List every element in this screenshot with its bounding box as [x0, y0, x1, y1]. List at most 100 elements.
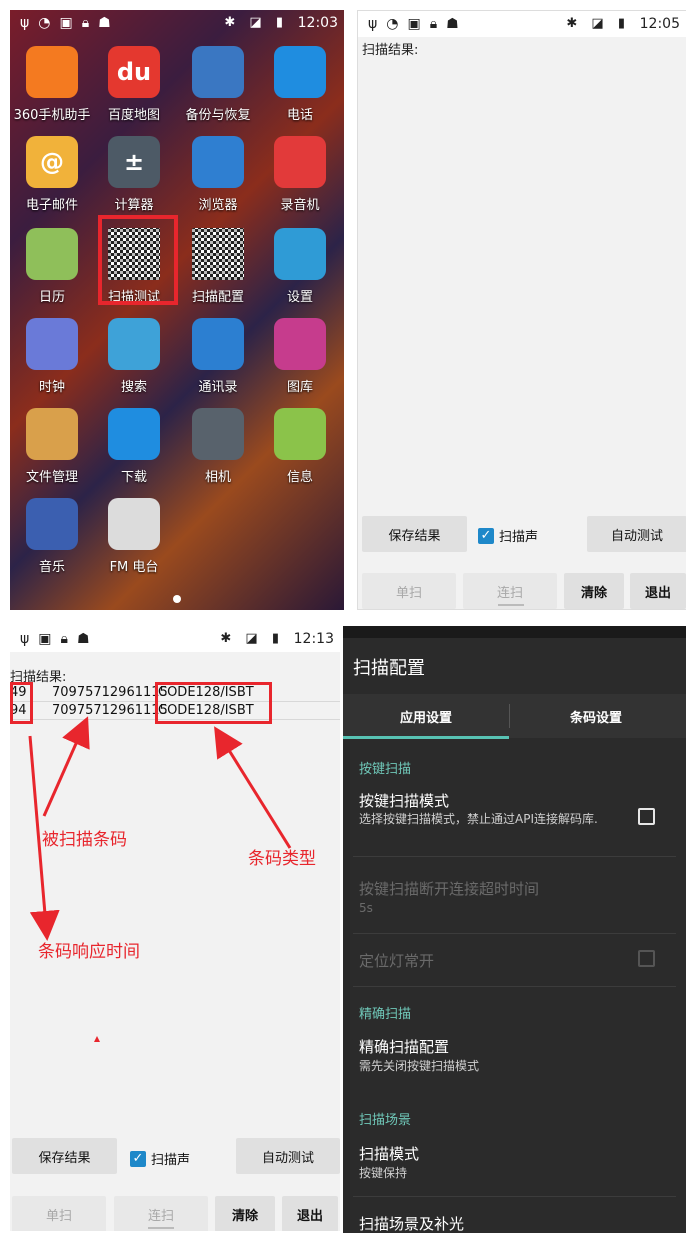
phone-icon — [274, 46, 326, 98]
app-fm-radio[interactable]: FM 电台 — [94, 498, 174, 575]
app-calculator[interactable]: ± 计算器 — [94, 136, 174, 213]
usb-icon: ψ — [368, 16, 378, 32]
auto-test-button[interactable]: 自动测试 — [236, 1138, 340, 1174]
app-browser-globe[interactable]: 浏览器 — [178, 136, 258, 213]
tab-divider — [509, 704, 510, 728]
app-label: 相机 — [204, 470, 231, 485]
app-download[interactable]: 下载 — [94, 408, 174, 485]
app-clock[interactable]: 时钟 — [12, 318, 92, 395]
divider — [353, 856, 676, 857]
app-label: 设置 — [286, 290, 313, 305]
clear-button[interactable]: 清除 — [564, 573, 624, 609]
app-label: 360手机助手 — [13, 108, 91, 123]
continuous-underline — [148, 1227, 174, 1229]
app-label: FM 电台 — [109, 560, 159, 575]
app-label: 搜索 — [120, 380, 147, 395]
app-messaging[interactable]: 信息 — [260, 408, 340, 485]
scan-config-screen: 扫描配置 应用设置 条码设置 按键扫描 按键扫描模式 选择按键扫描模式，禁止通过… — [343, 626, 686, 1233]
app-label: 计算器 — [114, 198, 154, 213]
sim-icon: ▣ — [407, 16, 421, 32]
scan-mode-title[interactable]: 扫描模式 — [359, 1143, 419, 1164]
section-precise-scan: 精确扫描 — [359, 1007, 412, 1022]
lock-icon: 🔒︎ — [429, 16, 438, 32]
app-label: 文件管理 — [25, 470, 78, 485]
app-email[interactable]: @ 电子邮件 — [12, 136, 92, 213]
scan-sound-checkbox[interactable]: ✓ 扫描声 — [130, 1149, 190, 1168]
highlight-scan-test — [98, 215, 178, 305]
camera-icon — [192, 408, 244, 460]
android-icon: ☗ — [446, 16, 459, 32]
calendar-icon — [26, 228, 78, 280]
scan-sound-checkbox[interactable]: ✓ 扫描声 — [478, 526, 538, 545]
scan-sound-label: 扫描声 — [499, 530, 539, 545]
backup-clock-icon — [192, 46, 244, 98]
type-arrow — [214, 726, 292, 849]
continuous-scan-button[interactable]: 连扫 — [114, 1196, 208, 1231]
status-time: 12:03 — [297, 15, 338, 31]
save-result-button[interactable]: 保存结果 — [362, 516, 467, 552]
app-label: 图库 — [286, 380, 313, 395]
app-phone[interactable]: 电话 — [260, 46, 340, 123]
key-scan-mode-title[interactable]: 按键扫描模式 — [359, 790, 449, 811]
status-bar: ψ ◔ ▣ 🔒︎ ☗ ✱ ◪ ▮ 12:05 — [358, 11, 686, 37]
music-icon — [26, 498, 78, 550]
app-360-assistant[interactable]: 360手机助手 — [12, 46, 92, 123]
barcode-arrow — [42, 716, 90, 817]
app-contacts[interactable]: 通讯录 — [178, 318, 258, 395]
app-label: 扫描配置 — [191, 290, 244, 305]
save-result-button[interactable]: 保存结果 — [12, 1138, 117, 1174]
app-label: 信息 — [286, 470, 313, 485]
app-label: 音乐 — [38, 560, 65, 575]
app-calendar[interactable]: 日历 — [12, 228, 92, 305]
app-file-manager[interactable]: 文件管理 — [12, 408, 92, 485]
barcode-type-annotation: 条码类型 — [248, 849, 316, 869]
app-baidu-map[interactable]: du 百度地图 — [94, 46, 174, 123]
app-settings-gear[interactable]: 设置 — [260, 228, 340, 305]
page-indicator — [173, 595, 181, 603]
app-music[interactable]: 音乐 — [12, 498, 92, 575]
app-label: 浏览器 — [198, 198, 238, 213]
sim-icon: ▣ — [59, 15, 73, 31]
aim-light-title: 定位灯常开 — [359, 952, 435, 970]
page-title: 扫描配置 — [353, 658, 425, 679]
key-scan-mode-checkbox[interactable] — [638, 808, 655, 825]
360-assistant-icon — [26, 46, 78, 98]
email-icon: @ — [26, 136, 78, 188]
messaging-icon — [274, 408, 326, 460]
launcher-screen: ψ ◔ ▣ 🔒︎ ☗ ✱ ◪ ▮ 12:03 360手机助手 du 百度地图 备份与恢… — [10, 10, 344, 610]
app-search[interactable]: 搜索 — [94, 318, 174, 395]
app-camera[interactable]: 相机 — [178, 408, 258, 485]
auto-test-button[interactable]: 自动测试 — [587, 516, 686, 552]
scan-mode-value: 按键保持 — [359, 1166, 408, 1180]
browser-globe-icon — [192, 136, 244, 188]
app-backup-clock[interactable]: 备份与恢复 — [178, 46, 258, 123]
marker-triangle — [94, 1036, 100, 1042]
response-time-annotation: 条码响应时间 — [38, 942, 140, 962]
clear-button[interactable]: 清除 — [215, 1196, 275, 1231]
aim-light-checkbox — [638, 950, 655, 967]
clock-icon — [26, 318, 78, 370]
app-qr-scan-config[interactable]: 扫描配置 — [178, 228, 258, 305]
fm-radio-icon — [108, 498, 160, 550]
exit-button[interactable]: 退出 — [282, 1196, 338, 1231]
qr-scan-config-icon — [192, 228, 244, 280]
tab-barcode-settings[interactable]: 条码设置 — [513, 694, 679, 738]
exit-button[interactable]: 退出 — [630, 573, 686, 609]
precise-config-title[interactable]: 精确扫描配置 — [359, 1036, 449, 1057]
single-scan-button[interactable]: 单扫 — [362, 573, 456, 609]
recorder-icon — [274, 136, 326, 188]
app-gallery[interactable]: 图库 — [260, 318, 340, 395]
app-label: 录音机 — [280, 198, 320, 213]
tab-app-settings[interactable]: 应用设置 — [343, 694, 509, 738]
bluetooth-icon: ✱ ◪ ▮ — [224, 15, 288, 30]
single-scan-button[interactable]: 单扫 — [12, 1196, 106, 1231]
download-icon — [108, 408, 160, 460]
lock-icon: 🔒︎ — [81, 15, 90, 31]
app-label: 电话 — [286, 108, 313, 123]
scan-sound-label: 扫描声 — [151, 1153, 191, 1168]
signal-icon: ◔ — [386, 16, 399, 32]
file-manager-icon — [26, 408, 78, 460]
scene-light-title[interactable]: 扫描场景及补光 — [359, 1213, 464, 1233]
bluetooth-icon: ✱ ◪ ▮ — [566, 16, 630, 31]
app-recorder[interactable]: 录音机 — [260, 136, 340, 213]
